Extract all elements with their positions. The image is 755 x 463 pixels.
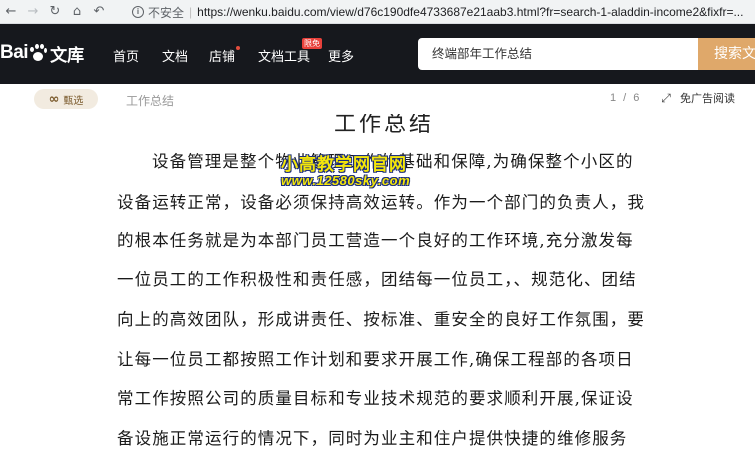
free-badge: 限免 [302, 38, 322, 49]
expand-icon: ⤢ [661, 91, 671, 105]
document-line: 的根本任务就是为本部门员工营造一个良好的工作环境,充分激发每 [117, 231, 634, 250]
watermark-url: www.12580sky.com [281, 173, 411, 188]
security-label: 不安全 [148, 5, 185, 20]
forward-icon[interactable]: → [22, 0, 44, 24]
ad-free-label: 免广告阅读 [680, 92, 735, 105]
document-line: 备设施正常运行的情况下，同时为业主和住户提供快捷的维修服务 [117, 429, 628, 448]
browser-toolbar: ← → ↻ ⌂ ↶ i 不安全 | https://wenku.baidu.co… [0, 0, 755, 24]
document-line: 向上的高效团队，形成讲责任、按标准、重安全的良好工作氛围，要 [117, 310, 645, 329]
jingxuan-badge[interactable]: ∞ 甄选 [34, 89, 98, 109]
baidu-wenku-logo[interactable]: Bai du 文库 [0, 38, 84, 68]
document-line: 让每一位员工都按照工作计划和要求开展工作,确保工程部的各项日 [117, 350, 634, 369]
search-button[interactable]: 搜索文 [698, 38, 755, 70]
search-input[interactable]: 终端部年工作总结 [418, 38, 700, 70]
site-header: Bai du 文库 首页 文档 店铺 文档工具 限免 更多 终端部年工作总结 搜… [0, 24, 755, 84]
address-bar[interactable]: i 不安全 | https://wenku.baidu.com/view/d76… [132, 2, 755, 22]
undo-icon[interactable]: ↶ [88, 0, 110, 24]
nav-docs[interactable]: 文档 [162, 46, 188, 65]
ad-free-reading-button[interactable]: ⤢ 免广告阅读 [658, 90, 735, 106]
document-toolbar: ∞ 甄选 工作总结 1 / 6 ⤢ 免广告阅读 [0, 84, 755, 114]
jingxuan-label: 甄选 [63, 95, 84, 107]
document-line: 设备运转正常，设备必须保持高效运转。作为一个部门的负责人，我 [117, 193, 645, 212]
watermark-title: 小高教学网官网 [281, 155, 407, 175]
watermark: 小高教学网官网 www.12580sky.com [281, 150, 441, 190]
nav-store[interactable]: 店铺 [209, 46, 235, 65]
nav-more[interactable]: 更多 [328, 46, 354, 65]
paw-icon [29, 43, 48, 63]
info-icon[interactable]: i [132, 6, 144, 18]
url-separator: | [189, 5, 193, 19]
store-notification-dot [236, 46, 240, 50]
nav-home[interactable]: 首页 [113, 46, 139, 65]
url-text: https://wenku.baidu.com/view/d76c190dfe4… [197, 5, 744, 19]
document-title: 工作总结 [334, 114, 435, 137]
page-indicator: 1 / 6 [610, 92, 640, 104]
home-icon[interactable]: ⌂ [66, 0, 88, 24]
nav-doc-tools[interactable]: 文档工具 [258, 46, 310, 65]
document-name: 工作总结 [126, 94, 175, 108]
document-line: 常工作按照公司的质量目标和专业技术规范的要求顺利开展,保证设 [117, 389, 634, 408]
reload-icon[interactable]: ↻ [44, 0, 66, 24]
logo-bai: Bai [0, 42, 29, 63]
document-line: 一位员工的工作积极性和责任感，团结每一位员工，、规范化、团结 [117, 270, 637, 289]
infinity-icon: ∞ [48, 91, 60, 107]
back-icon[interactable]: ← [0, 0, 22, 24]
logo-wenku: 文库 [50, 45, 85, 65]
